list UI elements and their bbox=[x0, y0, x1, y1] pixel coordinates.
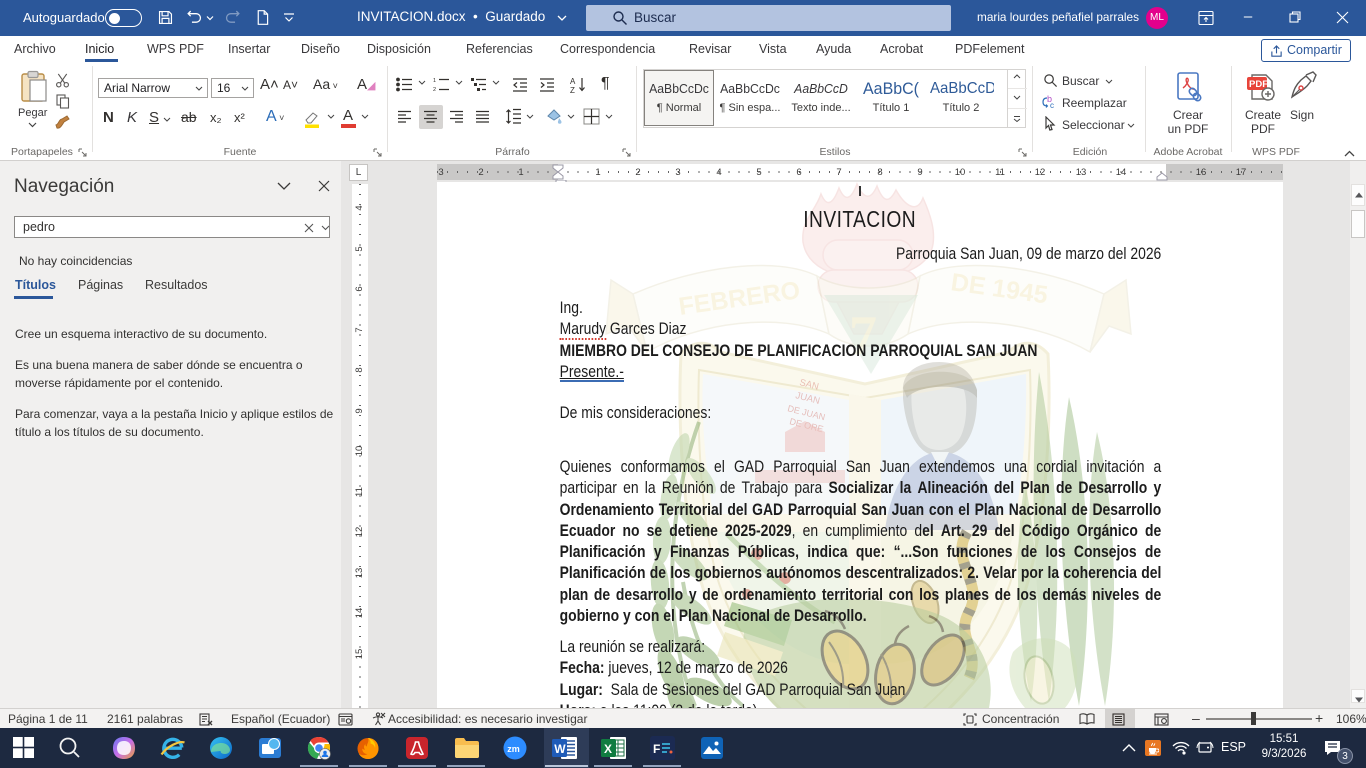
svg-text:W: W bbox=[554, 742, 566, 756]
svg-text:2: 2 bbox=[433, 87, 436, 92]
svg-text:A: A bbox=[570, 77, 576, 86]
svg-text:Z: Z bbox=[570, 86, 575, 93]
svg-text:1: 1 bbox=[433, 78, 436, 84]
svg-text:zm: zm bbox=[507, 744, 520, 754]
svg-text:c: c bbox=[1050, 101, 1054, 110]
svg-text:F: F bbox=[653, 742, 660, 756]
svg-text:X: X bbox=[604, 742, 612, 756]
